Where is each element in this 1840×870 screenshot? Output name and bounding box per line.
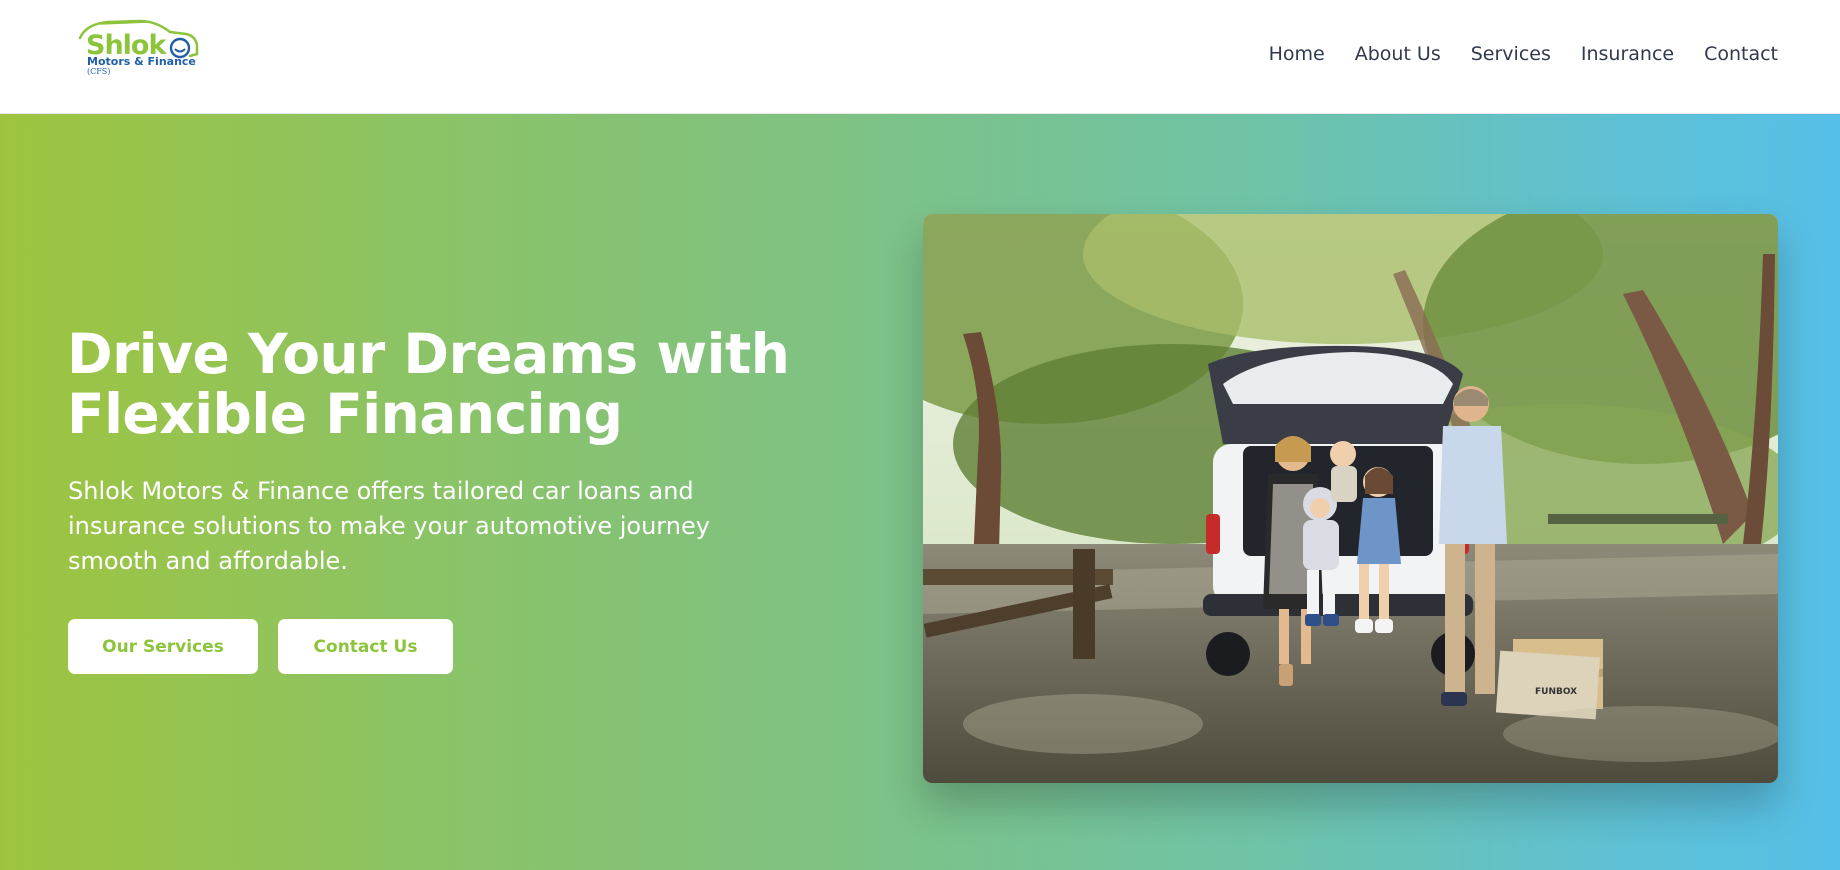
our-services-button[interactable]: Our Services xyxy=(68,619,258,674)
nav-link-home[interactable]: Home xyxy=(1269,43,1325,65)
hero-title: Drive Your Dreams with Flexible Financin… xyxy=(67,322,790,446)
nav-link-insurance[interactable]: Insurance xyxy=(1581,43,1674,65)
contact-us-button[interactable]: Contact Us xyxy=(278,619,453,674)
nav-link-contact[interactable]: Contact xyxy=(1704,43,1778,65)
brand-logo[interactable]: Shlok Motors & Finance (CFS) xyxy=(78,18,200,80)
site-header: Shlok Motors & Finance (CFS) Home About … xyxy=(0,0,1840,114)
nav-link-about-us[interactable]: About Us xyxy=(1355,43,1441,65)
logo-tagline: (CFS) xyxy=(87,67,111,76)
family-car-illustration: FUNBOX xyxy=(923,214,1778,783)
hero-family-car-photo: FUNBOX xyxy=(923,214,1778,783)
logo-subtitle: Motors & Finance xyxy=(87,55,196,68)
main-nav: Home About Us Services Insurance Contact xyxy=(1269,0,1778,108)
nav-link-services[interactable]: Services xyxy=(1471,43,1551,65)
funbox-label: FUNBOX xyxy=(1535,687,1577,697)
hero-subtitle: Shlok Motors & Finance offers tailored c… xyxy=(68,477,710,575)
